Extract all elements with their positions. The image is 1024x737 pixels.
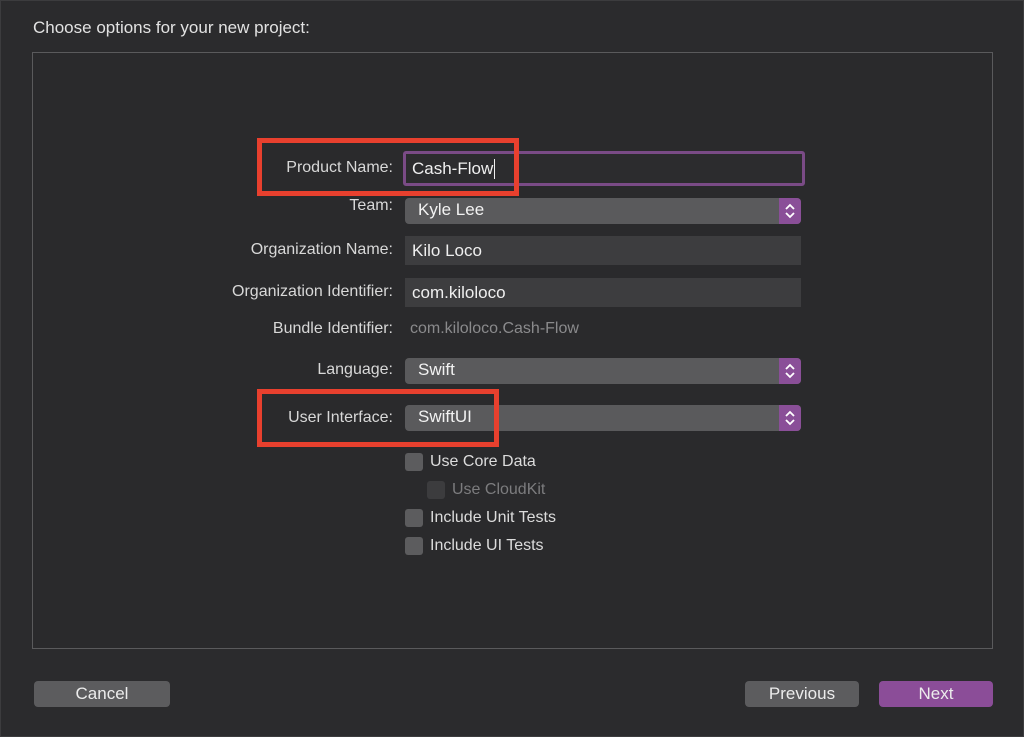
include-unit-tests-label: Include Unit Tests <box>430 509 556 526</box>
text-caret <box>494 158 496 179</box>
popup-stepper-icon <box>779 358 801 384</box>
use-core-data-checkbox[interactable] <box>405 453 423 471</box>
include-ui-tests-label: Include UI Tests <box>430 537 544 554</box>
include-unit-tests-checkbox[interactable] <box>405 509 423 527</box>
organization-identifier-label: Organization Identifier: <box>232 283 393 300</box>
dialog-title: Choose options for your new project: <box>33 18 310 37</box>
include-ui-tests-option[interactable]: Include UI Tests <box>405 537 544 555</box>
use-cloudkit-label: Use CloudKit <box>452 481 546 498</box>
product-name-field[interactable]: Cash-Flow <box>403 151 805 186</box>
include-ui-tests-checkbox[interactable] <box>405 537 423 555</box>
user-interface-popup[interactable]: SwiftUI <box>405 405 801 431</box>
use-cloudkit-option: Use CloudKit <box>427 481 545 499</box>
user-interface-label: User Interface: <box>288 409 393 426</box>
popup-stepper-icon <box>779 198 801 224</box>
use-core-data-label: Use Core Data <box>430 453 536 470</box>
bundle-identifier-label: Bundle Identifier: <box>272 320 393 337</box>
use-cloudkit-checkbox <box>427 481 445 499</box>
organization-identifier-field[interactable] <box>405 278 801 307</box>
options-panel <box>32 52 993 649</box>
team-value: Kyle Lee <box>418 200 485 219</box>
product-name-label: Product Name: <box>286 159 393 176</box>
product-name-value: Cash-Flow <box>412 158 494 178</box>
popup-stepper-icon <box>779 405 801 431</box>
include-unit-tests-option[interactable]: Include Unit Tests <box>405 509 556 527</box>
bundle-identifier-value: com.kiloloco.Cash-Flow <box>410 320 579 337</box>
organization-name-label: Organization Name: <box>250 241 393 258</box>
language-popup[interactable]: Swift <box>405 358 801 384</box>
language-value: Swift <box>418 360 455 379</box>
cancel-button[interactable]: Cancel <box>34 681 170 707</box>
language-label: Language: <box>317 361 393 378</box>
previous-button[interactable]: Previous <box>745 681 859 707</box>
user-interface-value: SwiftUI <box>418 407 472 426</box>
use-core-data-option[interactable]: Use Core Data <box>405 453 536 471</box>
team-popup[interactable]: Kyle Lee <box>405 198 801 224</box>
organization-name-field[interactable] <box>405 236 801 265</box>
team-label: Team: <box>349 197 393 214</box>
next-button[interactable]: Next <box>879 681 993 707</box>
